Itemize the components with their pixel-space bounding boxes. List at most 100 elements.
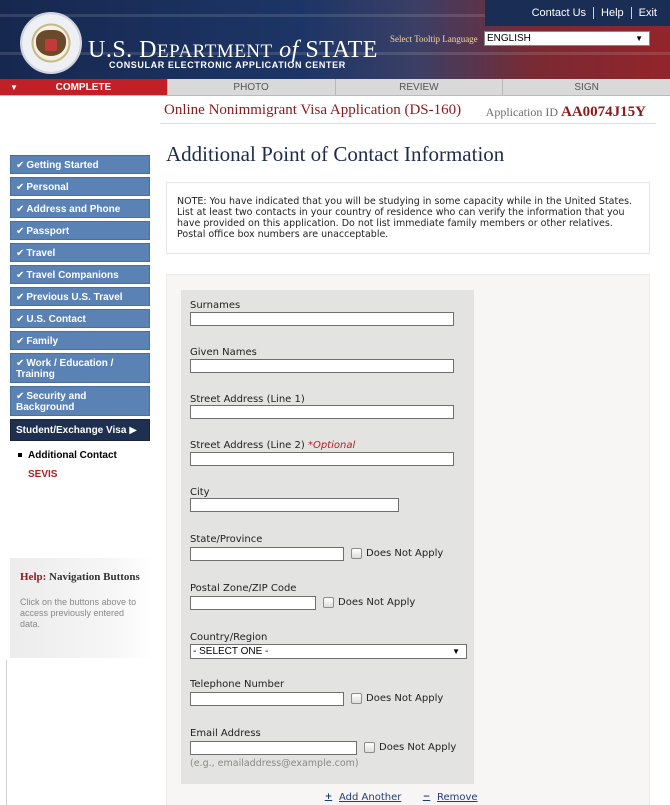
remove-link[interactable]: − Remove <box>422 792 478 803</box>
telephone-does-not-apply[interactable]: Does Not Apply <box>351 693 443 704</box>
help-title-prefix: Help: <box>20 571 47 583</box>
chevron-down-icon: ▼ <box>452 647 460 656</box>
check-icon: ✔ <box>16 292 25 303</box>
email-input[interactable] <box>190 741 357 755</box>
sidebar-item-label: Previous U.S. Travel <box>26 292 123 303</box>
step-sign[interactable]: SIGN <box>503 79 670 95</box>
sidebar-subitem-sevis[interactable]: SEVIS <box>10 469 150 480</box>
city-input[interactable] <box>190 498 399 512</box>
sidebar-item-security[interactable]: ✔ Security and Background <box>10 386 150 416</box>
does-not-apply-checkbox[interactable] <box>364 742 375 753</box>
application-id: Application ID AA0074J15Y <box>486 104 646 121</box>
check-icon: ✔ <box>16 314 25 325</box>
sidebar-nav: ✔ Getting Started ✔ Personal ✔ Address and … <box>10 155 150 480</box>
sidebar-item-label: Family <box>26 336 59 347</box>
site-header: Contact Us Help Exit U.S. DEPARTMENT of … <box>0 0 670 79</box>
step-photo[interactable]: PHOTO <box>168 79 336 95</box>
help-box: Help: Navigation Buttons Click on the bu… <box>10 558 154 658</box>
step-complete[interactable]: COMPLETE <box>0 79 168 96</box>
sidebar-item-label: Getting Started <box>26 160 99 171</box>
does-not-apply-label: Does Not Apply <box>338 597 416 608</box>
optional-marker: *Optional <box>307 440 356 451</box>
postal-code-input[interactable] <box>190 596 316 610</box>
note-text: NOTE: You have indicated that you will b… <box>177 196 633 240</box>
check-icon: ✔ <box>16 204 25 215</box>
does-not-apply-label: Does Not Apply <box>366 548 444 559</box>
does-not-apply-label: Does Not Apply <box>379 742 457 753</box>
surnames-input[interactable] <box>190 312 454 326</box>
chevron-down-icon: ▼ <box>635 34 643 43</box>
surnames-label: Surnames <box>190 300 241 311</box>
postal-does-not-apply[interactable]: Does Not Apply <box>323 597 415 608</box>
divider <box>6 660 7 805</box>
sidebar-item-personal[interactable]: ✔ Personal <box>10 177 150 196</box>
sidebar-item-label: Passport <box>26 226 70 237</box>
check-icon: ✔ <box>16 358 25 369</box>
add-another-link[interactable]: + Add Another <box>324 792 402 803</box>
sidebar-item-us-contact[interactable]: ✔ U.S. Contact <box>10 309 150 328</box>
tooltip-language-value: ENGLISH <box>487 33 531 44</box>
help-title-text: Navigation Buttons <box>49 571 140 583</box>
sidebar-item-student-exchange-visa[interactable]: Student/Exchange Visa ▶ <box>10 419 150 441</box>
help-text: Click on the buttons above to access pre… <box>20 597 137 629</box>
check-icon: ✔ <box>16 270 25 281</box>
progress-steps: COMPLETE PHOTO REVIEW SIGN <box>0 79 670 96</box>
street-address-2-input[interactable] <box>190 452 454 466</box>
postal-code-label: Postal Zone/ZIP Code <box>190 583 297 594</box>
street-address-1-label: Street Address (Line 1) <box>190 394 305 405</box>
sidebar-item-work-education[interactable]: ✔ Work / Education / Training <box>10 353 150 383</box>
sidebar-item-getting-started[interactable]: ✔ Getting Started <box>10 155 150 174</box>
does-not-apply-checkbox[interactable] <box>323 597 334 608</box>
application-title: Online Nonimmigrant Visa Application (DS… <box>164 102 462 118</box>
sidebar-subitem-additional-contact[interactable]: Additional Contact <box>10 450 150 461</box>
country-select[interactable]: - SELECT ONE - ▼ <box>190 644 467 659</box>
sidebar-item-previous-us-travel[interactable]: ✔ Previous U.S. Travel <box>10 287 150 306</box>
email-label: Email Address <box>190 728 261 739</box>
email-does-not-apply[interactable]: Does Not Apply <box>364 742 456 753</box>
plus-icon: + <box>324 792 333 802</box>
chevron-right-icon: ▶ <box>129 425 137 436</box>
sidebar-item-label: Work / Education / Training <box>16 358 114 380</box>
sidebar-item-passport[interactable]: ✔ Passport <box>10 221 150 240</box>
state-does-not-apply[interactable]: Does Not Apply <box>351 548 443 559</box>
telephone-label: Telephone Number <box>190 679 285 690</box>
street-address-1-input[interactable] <box>190 405 454 419</box>
city-label: City <box>190 487 210 498</box>
sidebar-item-label: Address and Phone <box>26 204 121 215</box>
telephone-input[interactable] <box>190 692 344 706</box>
state-label: State/Province <box>190 534 263 545</box>
sidebar-item-family[interactable]: ✔ Family <box>10 331 150 350</box>
given-names-input[interactable] <box>190 359 454 373</box>
state-input[interactable] <box>190 547 344 561</box>
check-icon: ✔ <box>16 226 25 237</box>
divider <box>160 123 656 124</box>
sidebar-item-travel-companions[interactable]: ✔ Travel Companions <box>10 265 150 284</box>
sidebar-item-label: Personal <box>26 182 69 193</box>
note-box: NOTE: You have indicated that you will b… <box>166 182 650 254</box>
tooltip-language-label: Select Tooltip Language <box>390 34 478 44</box>
street-address-2-label: Street Address (Line 2) *Optional <box>190 440 355 451</box>
step-review[interactable]: REVIEW <box>336 79 504 95</box>
remove-label: Remove <box>437 792 478 803</box>
application-id-label: Application ID <box>485 105 558 119</box>
does-not-apply-checkbox[interactable] <box>351 693 362 704</box>
help-link[interactable]: Help <box>593 7 631 19</box>
check-icon: ✔ <box>16 391 25 402</box>
dept-title-caps: EPARTMENT <box>157 41 273 62</box>
sidebar-item-address-and-phone[interactable]: ✔ Address and Phone <box>10 199 150 218</box>
does-not-apply-checkbox[interactable] <box>351 548 362 559</box>
check-icon: ✔ <box>16 182 25 193</box>
check-icon: ✔ <box>16 160 25 171</box>
given-names-label: Given Names <box>190 347 257 358</box>
minus-icon: − <box>422 792 431 802</box>
does-not-apply-label: Does Not Apply <box>366 693 444 704</box>
help-title: Help: Navigation Buttons <box>20 571 144 583</box>
tooltip-language-select[interactable]: ENGLISH ▼ <box>484 31 650 46</box>
state-department-seal-icon <box>20 12 82 74</box>
add-another-label: Add Another <box>339 792 402 803</box>
contact-us-link[interactable]: Contact Us <box>525 7 593 19</box>
sidebar-item-label: Student/Exchange Visa <box>16 425 127 436</box>
exit-link[interactable]: Exit <box>630 7 664 19</box>
sidebar-item-label: Travel Companions <box>26 270 119 281</box>
sidebar-item-travel[interactable]: ✔ Travel <box>10 243 150 262</box>
